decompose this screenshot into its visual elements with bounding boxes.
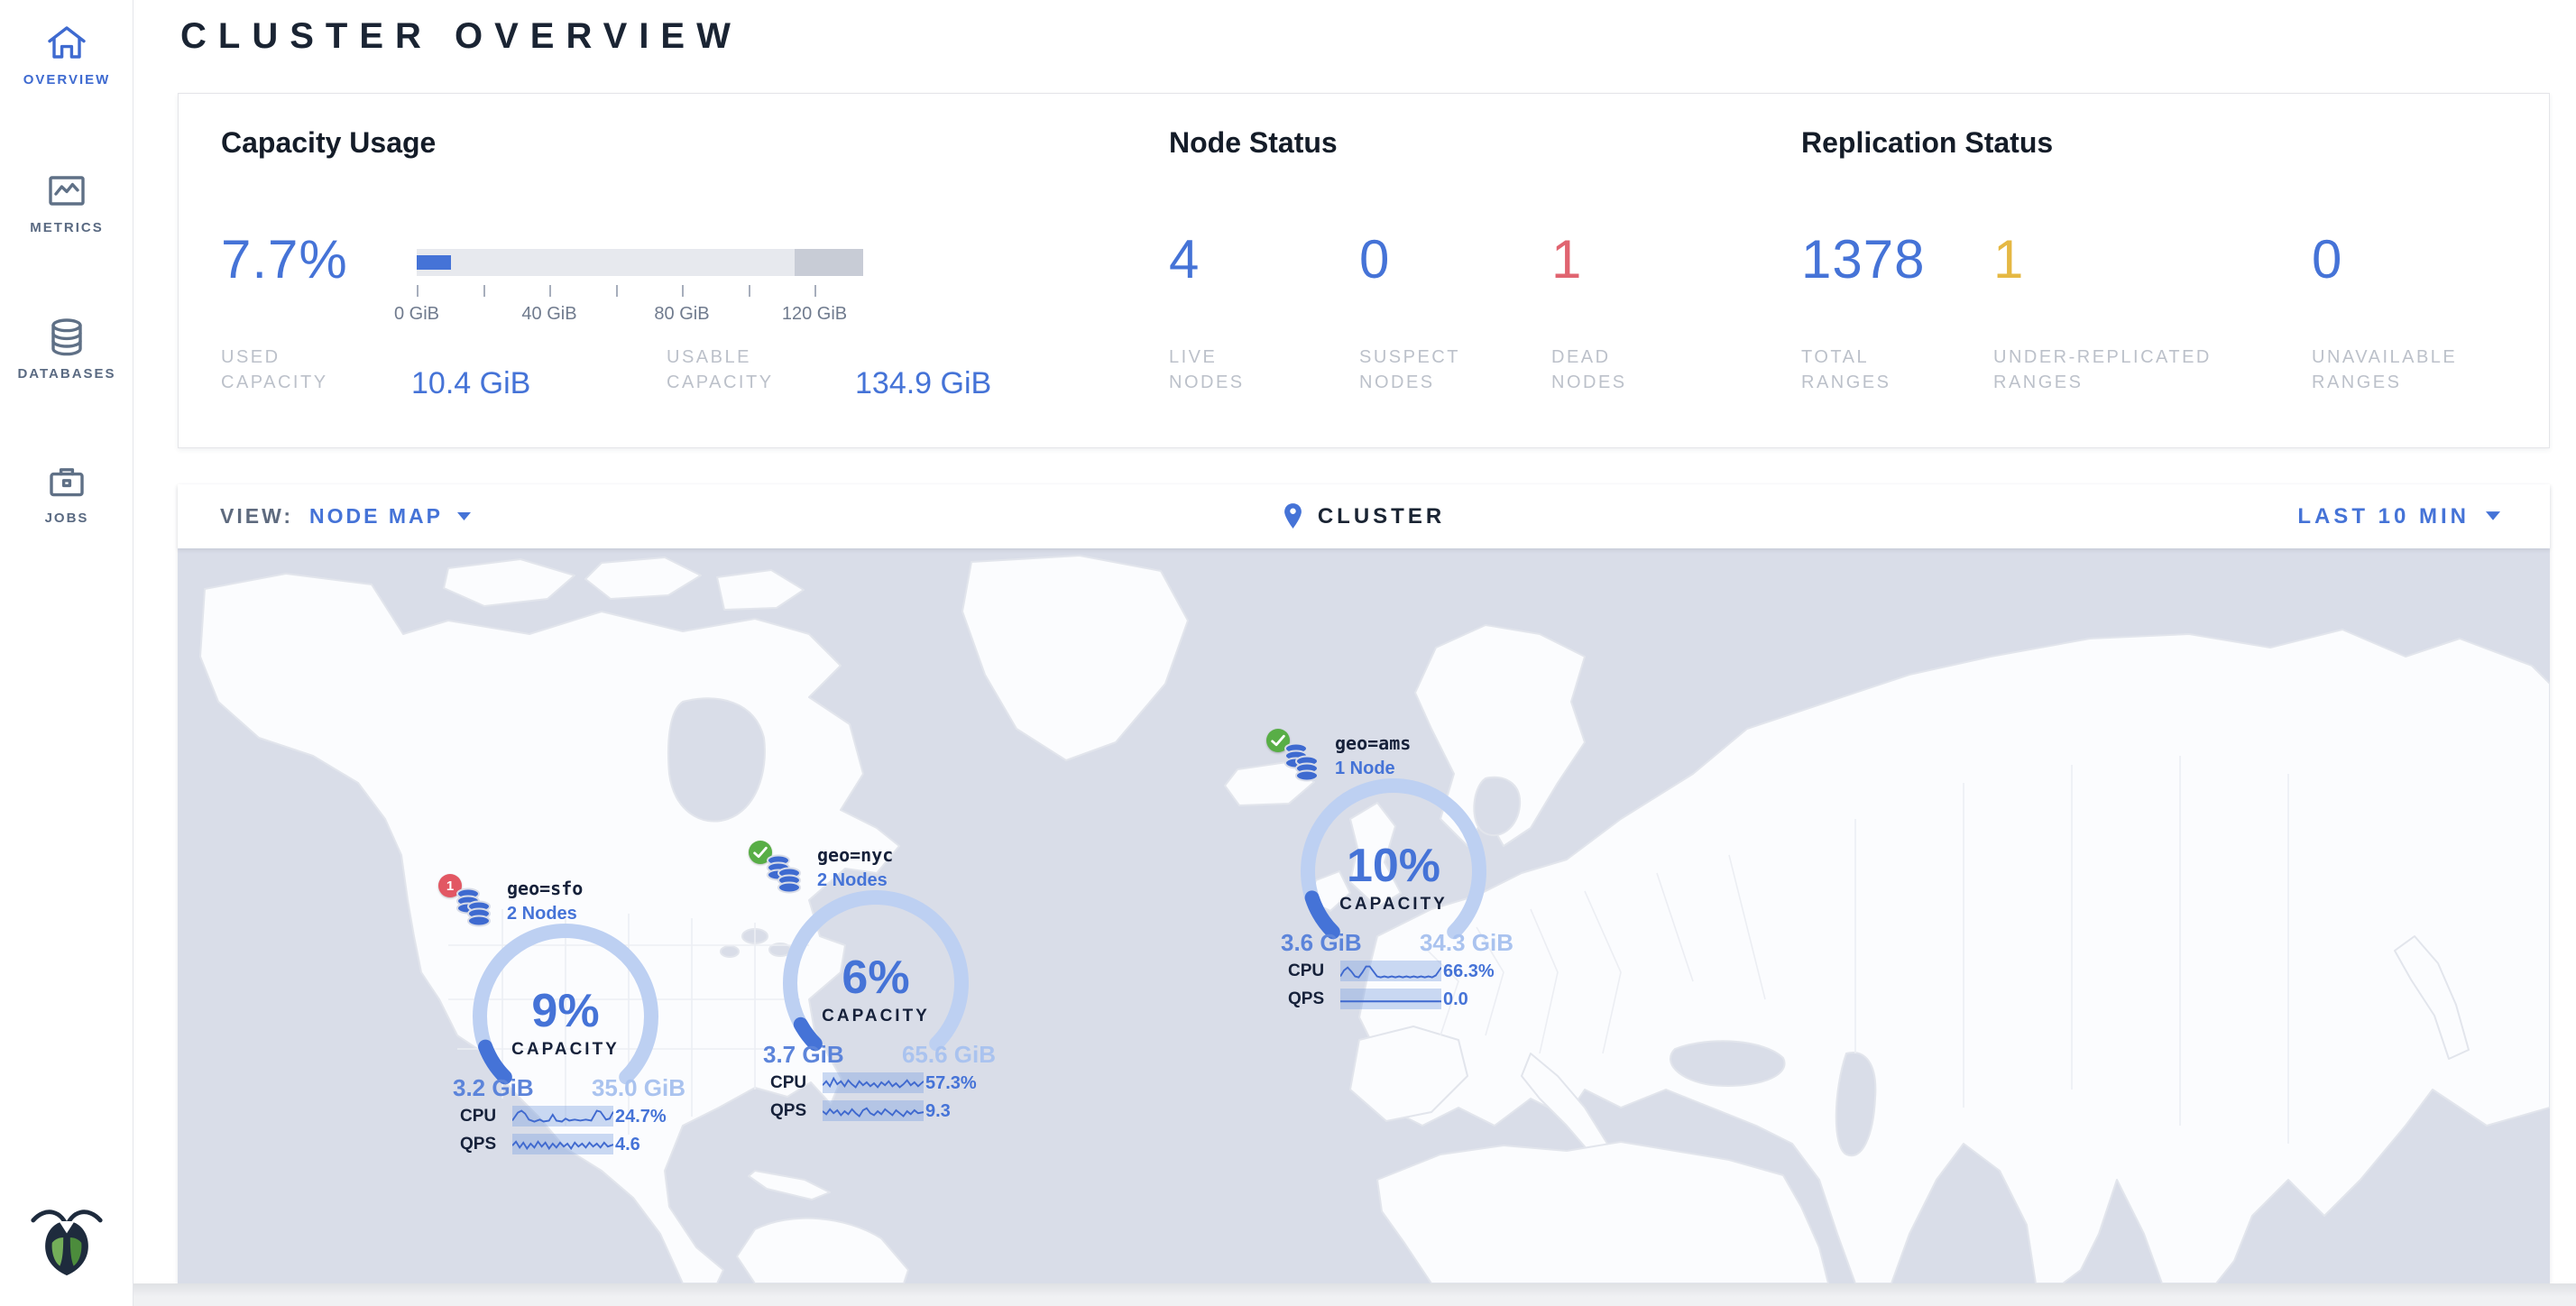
suspect-nodes-label: SUSPECT NODES: [1359, 345, 1486, 395]
total-ranges-count: 1378: [1801, 227, 1925, 292]
cpu-label: CPU: [1288, 961, 1324, 981]
locality-name: geo=nyc: [817, 844, 893, 866]
locality-widget-sfo[interactable]: 1 geo=sfo 2 Nodes 9% CAPACITY 3.2 GiB 35…: [438, 874, 700, 1163]
node-status-title: Node Status: [1169, 126, 1338, 160]
bar-tick: [814, 285, 816, 297]
qps-sparkline: [512, 1134, 613, 1154]
qps-value: 4.6: [615, 1135, 705, 1155]
chevron-down-icon: [2486, 511, 2500, 521]
qps-label: QPS: [1288, 989, 1324, 1009]
sidebar-item-overview[interactable]: OVERVIEW: [0, 22, 133, 87]
bar-reserved: [795, 249, 863, 276]
capacity-bar: [417, 249, 863, 276]
gauge-used-value: 3.7 GiB: [763, 1041, 844, 1069]
page-title: CLUSTER OVERVIEW: [180, 16, 742, 57]
time-range-value: LAST 10 MIN: [2297, 504, 2470, 529]
location-pin-icon: [1283, 502, 1303, 530]
under-replicated-ranges-count: 1: [1993, 227, 2024, 292]
bar-tick: [417, 285, 419, 297]
gauge-capacity-label: CAPACITY: [466, 1040, 665, 1060]
sidebar-item-databases[interactable]: DATABASES: [0, 316, 133, 382]
live-nodes-count: 4: [1169, 227, 1200, 292]
capacity-percent: 7.7%: [221, 227, 348, 292]
capacity-title: Capacity Usage: [221, 126, 436, 160]
cpu-sparkline: [512, 1106, 613, 1127]
gauge-percent: 10%: [1294, 839, 1493, 893]
qps-sparkline: [823, 1100, 924, 1121]
gauge-capacity-label: CAPACITY: [777, 1007, 975, 1026]
bar-tick: [483, 285, 485, 297]
unavailable-ranges-label: UNAVAILABLE RANGES: [2312, 345, 2537, 395]
sidebar-item-label: OVERVIEW: [0, 72, 133, 87]
gauge-usable-value: 34.3 GiB: [1420, 929, 1513, 957]
bar-tick-label: 120 GiB: [760, 304, 869, 325]
gauge-used-value: 3.6 GiB: [1281, 929, 1362, 957]
sidebar: OVERVIEW METRICS DATABASES: [0, 0, 133, 1306]
sidebar-item-metrics[interactable]: METRICS: [0, 170, 133, 235]
dead-nodes-count: 1: [1551, 227, 1582, 292]
bar-tick: [749, 285, 750, 297]
bar-tick: [682, 285, 684, 297]
cockroach-logo: [0, 1201, 133, 1282]
locality-widget-nyc[interactable]: geo=nyc 2 Nodes 6% CAPACITY 3.7 GiB 65.6…: [749, 841, 1010, 1129]
bar-tick: [616, 285, 618, 297]
sidebar-item-label: METRICS: [0, 220, 133, 235]
total-ranges-label: TOTAL RANGES: [1801, 345, 1937, 395]
summary-card: Capacity Usage 7.7% 0 GiB 40 GiB 80 GiB …: [178, 93, 2550, 448]
qps-value: 0.0: [1443, 989, 1533, 1010]
briefcase-icon: [0, 460, 133, 503]
bar-tick: [549, 285, 551, 297]
cpu-label: CPU: [770, 1073, 806, 1093]
cpu-sparkline: [1340, 961, 1441, 981]
locality-widget-ams[interactable]: geo=ams 1 Node 10% CAPACITY 3.6 GiB 34.3…: [1266, 729, 1528, 1017]
used-capacity-label: USED CAPACITY: [221, 345, 388, 395]
database-icon: [0, 316, 133, 359]
gauge-used-value: 3.2 GiB: [453, 1074, 534, 1102]
cluster-breadcrumb[interactable]: CLUSTER: [178, 484, 2550, 548]
live-nodes-label: LIVE NODES: [1169, 345, 1286, 395]
bar-tick-label: 80 GiB: [628, 304, 736, 325]
home-icon: [0, 22, 133, 65]
gauge-percent: 6%: [777, 951, 975, 1005]
node-map-card: VIEW: NODE MAP CLUSTER LAST 10 MIN: [178, 484, 2550, 1283]
viewbar: VIEW: NODE MAP CLUSTER LAST 10 MIN: [178, 484, 2550, 548]
bar-fill: [417, 255, 451, 270]
cpu-label: CPU: [460, 1107, 496, 1127]
qps-sparkline: [1340, 989, 1441, 1009]
replication-title: Replication Status: [1801, 126, 2053, 160]
sidebar-item-label: DATABASES: [0, 366, 133, 382]
dead-nodes-label: DEAD NODES: [1551, 345, 1669, 395]
gauge-capacity-label: CAPACITY: [1294, 895, 1493, 915]
world-map: 1 geo=sfo 2 Nodes 9% CAPACITY 3.2 GiB 35…: [178, 548, 2550, 1283]
under-replicated-ranges-label: UNDER-REPLICATED RANGES: [1993, 345, 2300, 395]
sidebar-item-jobs[interactable]: JOBS: [0, 460, 133, 526]
used-capacity-value: 10.4 GiB: [411, 366, 530, 401]
cpu-sparkline: [823, 1072, 924, 1093]
gauge-percent: 9%: [466, 984, 665, 1038]
cpu-value: 66.3%: [1443, 961, 1533, 982]
qps-label: QPS: [460, 1135, 496, 1154]
cpu-value: 57.3%: [925, 1073, 1016, 1094]
metrics-chart-icon: [0, 170, 133, 213]
gauge-usable-value: 65.6 GiB: [902, 1041, 996, 1069]
time-range-dropdown[interactable]: LAST 10 MIN: [2297, 484, 2500, 548]
locality-name: geo=ams: [1335, 732, 1411, 754]
unavailable-ranges-count: 0: [2312, 227, 2342, 292]
cpu-value: 24.7%: [615, 1107, 705, 1127]
bar-tick-label: 0 GiB: [363, 304, 471, 325]
locality-name: geo=sfo: [507, 878, 583, 899]
sidebar-item-label: JOBS: [0, 510, 133, 526]
page-bottom-strip: [133, 1283, 2576, 1306]
cluster-breadcrumb-label: CLUSTER: [1318, 504, 1445, 529]
gauge-usable-value: 35.0 GiB: [592, 1074, 685, 1102]
qps-label: QPS: [770, 1101, 806, 1121]
usable-capacity-value: 134.9 GiB: [855, 366, 991, 401]
usable-capacity-label: USABLE CAPACITY: [667, 345, 847, 395]
qps-value: 9.3: [925, 1101, 1016, 1122]
suspect-nodes-count: 0: [1359, 227, 1390, 292]
bar-tick-label: 40 GiB: [495, 304, 603, 325]
